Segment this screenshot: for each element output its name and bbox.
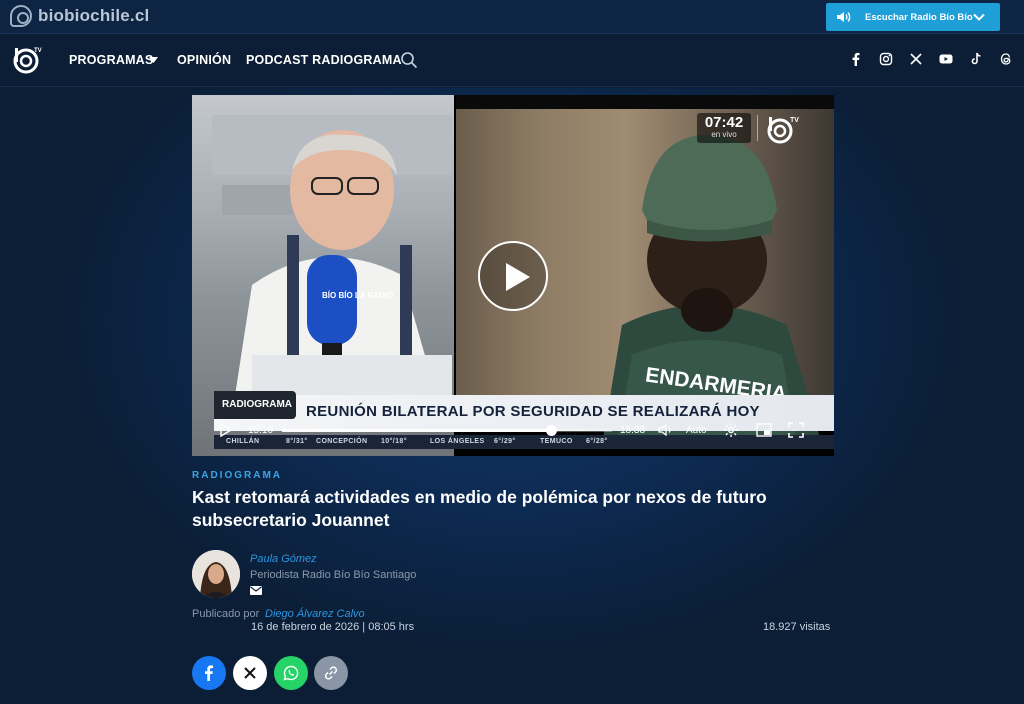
article-category[interactable]: RADIOGRAMA bbox=[192, 470, 282, 481]
play-button[interactable] bbox=[478, 241, 548, 311]
x-icon bbox=[244, 667, 256, 679]
chevron-down-icon bbox=[973, 13, 985, 21]
publish-date: 16 de febrero de 2026 | 08:05 hrs bbox=[251, 621, 415, 633]
video-player[interactable]: BÍO BÍO LA RADIO ENDARMERIA de 07:42 en … bbox=[192, 95, 834, 456]
author-role: Periodista Radio Bío Bío Santiago bbox=[250, 569, 417, 581]
progress-bar[interactable] bbox=[282, 425, 612, 436]
author-name[interactable]: Paula Gómez bbox=[250, 553, 317, 565]
progress-handle[interactable] bbox=[545, 425, 557, 436]
caret-down-icon bbox=[149, 57, 158, 63]
listen-radio-label: Escuchar Radio Bío Bío bbox=[865, 12, 973, 23]
current-time: 15:10 bbox=[248, 425, 274, 436]
mail-icon[interactable] bbox=[250, 586, 262, 595]
duration: 18:38 bbox=[620, 425, 646, 436]
player-controls: 15:10 18:38 Auto bbox=[192, 417, 834, 443]
mic-badge-text: BÍO BÍO LA RADIO bbox=[322, 291, 393, 300]
biobio-logo-icon bbox=[10, 5, 32, 27]
progress-fill bbox=[282, 429, 551, 432]
x-icon[interactable] bbox=[909, 52, 923, 66]
instagram-icon[interactable] bbox=[879, 52, 893, 66]
copy-link-button[interactable] bbox=[314, 656, 348, 690]
tiktok-icon[interactable] bbox=[969, 52, 983, 66]
article-headline: Kast retomará actividades en medio de po… bbox=[192, 487, 767, 530]
studio-guest-image: BÍO BÍO LA RADIO bbox=[212, 115, 452, 415]
share-whatsapp-button[interactable] bbox=[274, 656, 308, 690]
picture-in-picture-icon[interactable] bbox=[756, 423, 772, 437]
biobio-tv-watermark-icon: TV bbox=[767, 117, 799, 144]
published-by-label: Publicado por bbox=[192, 608, 260, 620]
whatsapp-icon bbox=[283, 665, 299, 681]
publisher-name[interactable]: Diego Álvarez Calvo bbox=[265, 608, 365, 620]
program-tag: RADIOGRAMA bbox=[214, 391, 296, 419]
live-label: en vivo bbox=[711, 130, 737, 139]
live-clock: 07:42 en vivo bbox=[697, 113, 751, 143]
brand-name: biobiochile.cl bbox=[38, 6, 150, 25]
top-bar: biobiochile.cl Escuchar Radio Bío Bío bbox=[0, 0, 1024, 34]
play-icon[interactable] bbox=[220, 423, 232, 437]
site-brand[interactable]: biobiochile.cl bbox=[10, 5, 149, 27]
svg-text:TV: TV bbox=[34, 48, 42, 54]
svg-text:TV: TV bbox=[790, 117, 799, 124]
settings-gear-icon[interactable] bbox=[723, 422, 739, 438]
speaker-icon bbox=[837, 12, 851, 22]
link-icon bbox=[324, 666, 338, 680]
facebook-icon[interactable] bbox=[849, 52, 863, 66]
facebook-icon bbox=[205, 665, 213, 681]
nav-item-opinion[interactable]: OPINIÓN bbox=[177, 53, 231, 67]
main-navbar: TV PROGRAMAS OPINIÓN PODCAST RADIOGRAMA bbox=[0, 35, 1024, 87]
threads-icon[interactable] bbox=[999, 52, 1013, 66]
program-tag-label: RADIOGRAMA bbox=[222, 399, 292, 410]
volume-icon[interactable] bbox=[658, 423, 674, 437]
author-avatar[interactable] bbox=[192, 550, 240, 598]
nav-item-podcast-radiograma[interactable]: PODCAST RADIOGRAMA bbox=[246, 53, 402, 67]
youtube-icon[interactable] bbox=[939, 52, 953, 66]
author-photo bbox=[192, 550, 240, 598]
share-x-button[interactable] bbox=[233, 656, 267, 690]
fullscreen-icon[interactable] bbox=[788, 422, 804, 438]
share-facebook-button[interactable] bbox=[192, 656, 226, 690]
biobio-tv-logo-icon[interactable]: TV bbox=[12, 45, 42, 75]
clock-time: 07:42 bbox=[704, 114, 744, 131]
quality-selector[interactable]: Auto bbox=[686, 425, 707, 436]
search-icon[interactable] bbox=[400, 51, 418, 69]
nav-item-programas[interactable]: PROGRAMAS bbox=[69, 53, 153, 67]
listen-radio-button[interactable]: Escuchar Radio Bío Bío bbox=[826, 3, 1000, 31]
visit-count: 18.927 visitas bbox=[763, 621, 831, 633]
